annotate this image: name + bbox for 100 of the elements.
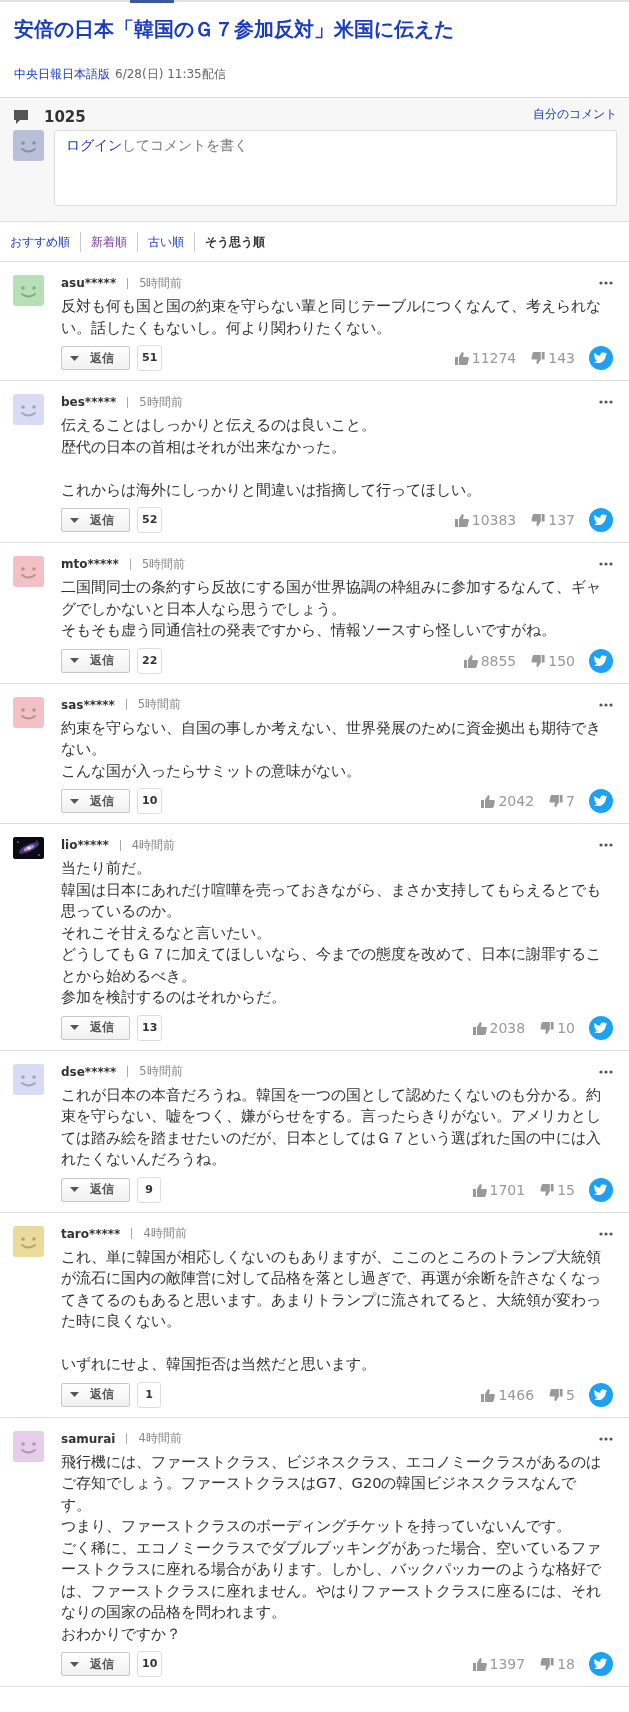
post-time: 4時間前: [143, 1226, 187, 1241]
thumbs-down-icon: [548, 1386, 565, 1403]
caret-icon: [70, 1661, 79, 1667]
comment-text: 参加を検討するのはそれからだ。: [61, 987, 287, 1007]
thumbs-down-icon: [539, 1181, 556, 1198]
thumbs-up-icon: [453, 350, 470, 366]
post-time: 5時間前: [139, 275, 183, 291]
thumbs-down-icon: [530, 350, 547, 366]
article-title[interactable]: 安倍の日本「韓国のＧ７参加反対」米国に伝えた: [14, 14, 615, 44]
twitter-share-icon[interactable]: [589, 346, 613, 370]
source-link[interactable]: 中央日報日本語版: [14, 67, 110, 81]
post-time: 4時間前: [131, 837, 176, 853]
caret-icon: [70, 517, 79, 523]
reply-button[interactable]: 返信: [61, 346, 130, 370]
twitter-share-icon[interactable]: [589, 648, 613, 673]
sort-tab[interactable]: 新着順: [80, 232, 137, 252]
reply-button[interactable]: 返信: [61, 1382, 130, 1407]
more-icon: [599, 1436, 613, 1441]
avatar-icon: [13, 1225, 44, 1257]
reply-count: 9: [137, 1176, 161, 1203]
prompt-text: してコメントを書く: [122, 137, 248, 153]
thumbs-down-icon: [539, 1019, 556, 1036]
twitter-share-icon[interactable]: [589, 1177, 613, 1202]
more-icon: [599, 281, 613, 285]
user-name[interactable]: samurai: [61, 1431, 116, 1446]
thumbs-down-icon: [530, 512, 547, 528]
post-time: 5時間前: [139, 394, 183, 410]
avatar-icon: [13, 275, 44, 306]
comment-count: 1025: [44, 108, 86, 126]
comment-text: 飛行機には、ファーストクラス、ビジネスクラス、エコノミークラスがあるのはご存知でしょう。ファーストクラスはG7、G20の韓国ビジネスクラスなんです。: [61, 1451, 602, 1515]
thumbs-up-icon: [480, 793, 497, 809]
twitter-share-icon[interactable]: [589, 508, 613, 532]
avatar-icon: [13, 130, 44, 161]
my-comments-link[interactable]: 自分のコメント: [533, 106, 617, 123]
comment-text: 反対も何も国と国の約束を守らない輩と同じテーブルにつくなんて、考えられない。話したくもないし。何より関わりたくない。: [61, 296, 602, 338]
sort-tab[interactable]: おすすめ順: [0, 232, 80, 252]
reply-button[interactable]: 返信: [61, 648, 130, 673]
reply-button[interactable]: 返信: [61, 1652, 130, 1676]
thumbs-up-icon: [471, 1656, 488, 1672]
more-icon: [599, 1231, 613, 1236]
reply-button[interactable]: 返信: [61, 1177, 130, 1202]
post-time: 4時間前: [138, 1431, 182, 1446]
comment-text: 約束を守らない、自国の事しか考えない、世界発展のために資金拠出も期待できない。: [61, 717, 602, 759]
thumbs-up-icon: [471, 1019, 488, 1036]
comment-text: そもそも虚う同通信社の発表ですから、情報ソースすら怪しいですがね。: [61, 620, 557, 640]
more-icon: [599, 562, 613, 566]
comment-text: こんな国が入ったらサミットの意味がない。: [61, 760, 362, 781]
user-name[interactable]: bes*****: [61, 395, 117, 409]
thumbs-up-icon: [462, 652, 479, 669]
thumbs-down-icon: [548, 793, 565, 809]
comment-text: 歴代の日本の首相はそれが出来なかった。: [61, 436, 347, 457]
caret-icon: [70, 1025, 79, 1030]
more-icon: [599, 1069, 613, 1074]
post-time: 5時間前: [141, 556, 186, 572]
comment-text: これが日本の本音だろうね。韓国を一つの国として認めたくないのも分かる。約束を守らない、嘘をつく、嫌がらせをする。言ったらきりがない。アメリカとしては踏み絵を踏ませたいのだが、日本としてはＧ７という選ばれた国の中には入れたくないんだろうね。: [61, 1084, 602, 1169]
sort-tab[interactable]: 古い順: [137, 232, 194, 252]
login-link[interactable]: ログイン: [66, 137, 122, 153]
avatar-icon: [13, 696, 44, 728]
thumbs-down-icon: [530, 652, 547, 669]
user-name[interactable]: mto*****: [61, 557, 119, 571]
avatar-icon: [13, 394, 44, 425]
reply-button[interactable]: 返信: [61, 789, 130, 813]
twitter-share-icon[interactable]: [589, 1382, 613, 1407]
comment-text: それこそ甘えるなと言いたい。: [61, 922, 272, 943]
reply-count: 10: [137, 1651, 163, 1677]
avatar-icon: [13, 556, 44, 587]
twitter-share-icon[interactable]: [589, 1015, 613, 1040]
reply-count: 13: [137, 1014, 163, 1041]
thumbs-down-icon: [539, 1656, 556, 1672]
comment-text: いずれにせよ、韓国拒否は当然だと思います。: [61, 1354, 377, 1374]
sort-tab[interactable]: そう思う順: [194, 232, 275, 252]
comment-text: 伝えることはしっかりと伝えるのは良いこと。: [61, 415, 377, 435]
twitter-share-icon[interactable]: [589, 1652, 613, 1676]
twitter-share-icon[interactable]: [589, 789, 613, 813]
user-name[interactable]: dse*****: [61, 1064, 117, 1079]
more-icon: [599, 702, 613, 707]
user-name[interactable]: sas*****: [61, 697, 115, 712]
comment-text: つまり、ファーストクラスのボーディングチケットを持っていないんです。: [61, 1516, 572, 1536]
comment-input-field[interactable]: ログイン してコメントを書く: [54, 130, 617, 206]
reply-count: 22: [137, 647, 163, 674]
comment-text: これ、単に韓国が相応しくないのもありますが、ここのところのトランプ大統領が流石に国内の敵陣営に対して品格を落とし過ぎで、再選が余断を許さなくなってきてるのもあると思います。あまりトランプに流されてると、大統領が変わった時に良くない。: [61, 1246, 602, 1331]
comment-text: どうしてもＧ７に加えてほしいなら、今までの態度を改めて、日本に謝罪することから始めるべき。: [61, 944, 602, 986]
post-time: 5時間前: [137, 697, 182, 712]
comment-text: これからは海外にしっかりと間違いは指摘して行ってほしい。: [61, 479, 482, 500]
user-name[interactable]: lio*****: [61, 838, 109, 852]
reply-button[interactable]: 返信: [61, 1015, 130, 1040]
user-name[interactable]: asu*****: [61, 276, 117, 290]
reply-count: 51: [137, 345, 163, 371]
thumbs-up-icon: [453, 512, 470, 528]
comment-text: おわかりですか？: [61, 1623, 182, 1644]
reply-button[interactable]: 返信: [61, 508, 130, 532]
more-icon: [599, 843, 613, 847]
publish-date: 6/28(日) 11:35配信: [115, 67, 226, 81]
user-name[interactable]: taro*****: [61, 1226, 121, 1241]
post-time: 5時間前: [139, 1064, 183, 1079]
more-icon: [599, 400, 613, 404]
avatar-icon: [13, 1430, 44, 1462]
reply-count: 52: [137, 507, 163, 533]
comment-text: 韓国は日本にあれだけ喧嘩を売っておきながら、まさか支持してもらえるとでも思っているのか。: [61, 879, 602, 921]
comment-text: 当たり前だ。: [61, 858, 152, 878]
